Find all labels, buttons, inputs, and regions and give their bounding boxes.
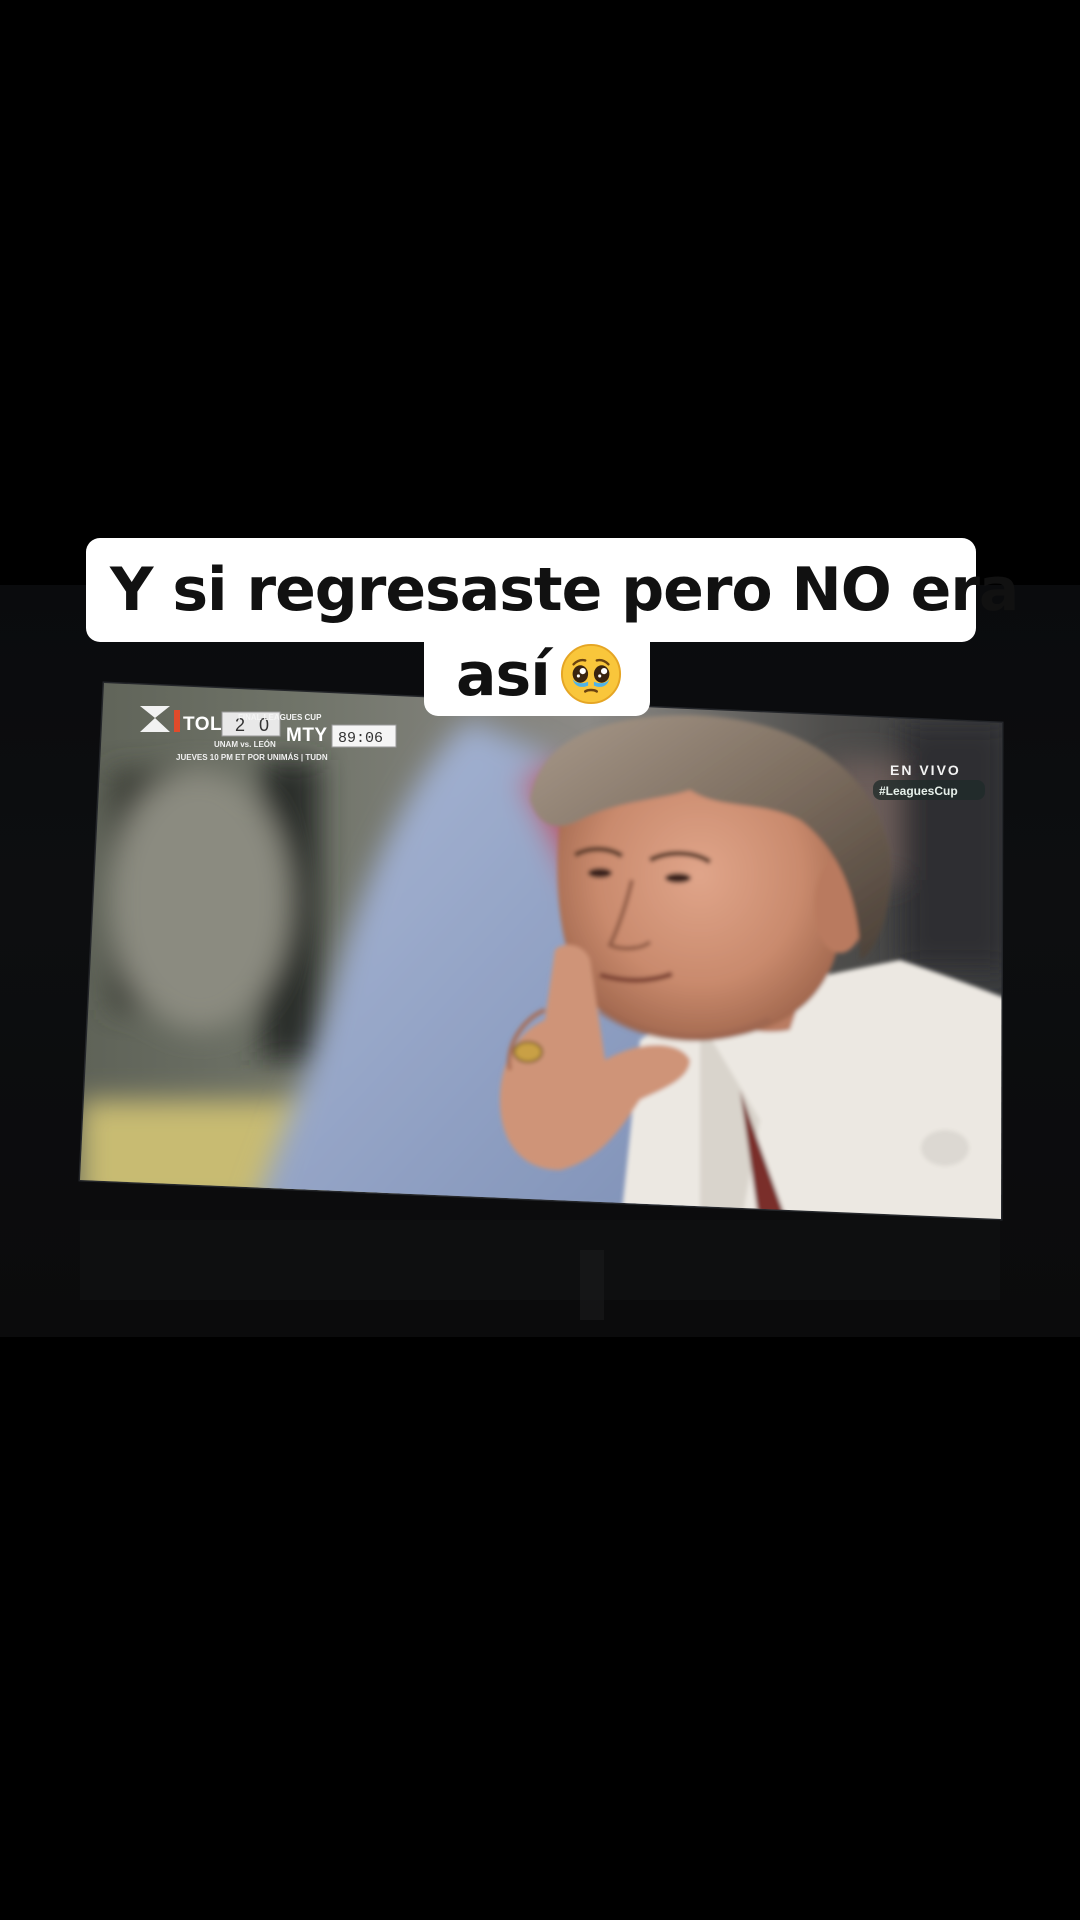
caption-line-1: Y si regresaste pero NO era — [86, 538, 1019, 642]
caption-line-2: así — [424, 634, 650, 716]
competition-label: FINAL LEAGUES CUP — [238, 713, 322, 722]
tv-screen: TOL 2 0 MTY 89:06 FINAL LEAGUES CUP UNAM… — [78, 681, 1004, 1320]
hashtag-label: #LeaguesCup — [879, 784, 958, 798]
live-label: EN VIVO — [890, 762, 961, 778]
caption-line-2-text: así — [456, 640, 551, 710]
away-team: MTY — [286, 725, 328, 746]
match-clock: 89:06 — [338, 730, 383, 747]
next-match: UNAM vs. LEÓN — [214, 740, 276, 749]
next-match-schedule: JUEVES 10 PM ET POR UNIMÁS | TUDN — [176, 753, 328, 762]
stage: TOL 2 0 MTY 89:06 FINAL LEAGUES CUP UNAM… — [0, 0, 1080, 1920]
pleading-face-icon — [560, 643, 621, 705]
home-team: TOL — [183, 714, 222, 735]
